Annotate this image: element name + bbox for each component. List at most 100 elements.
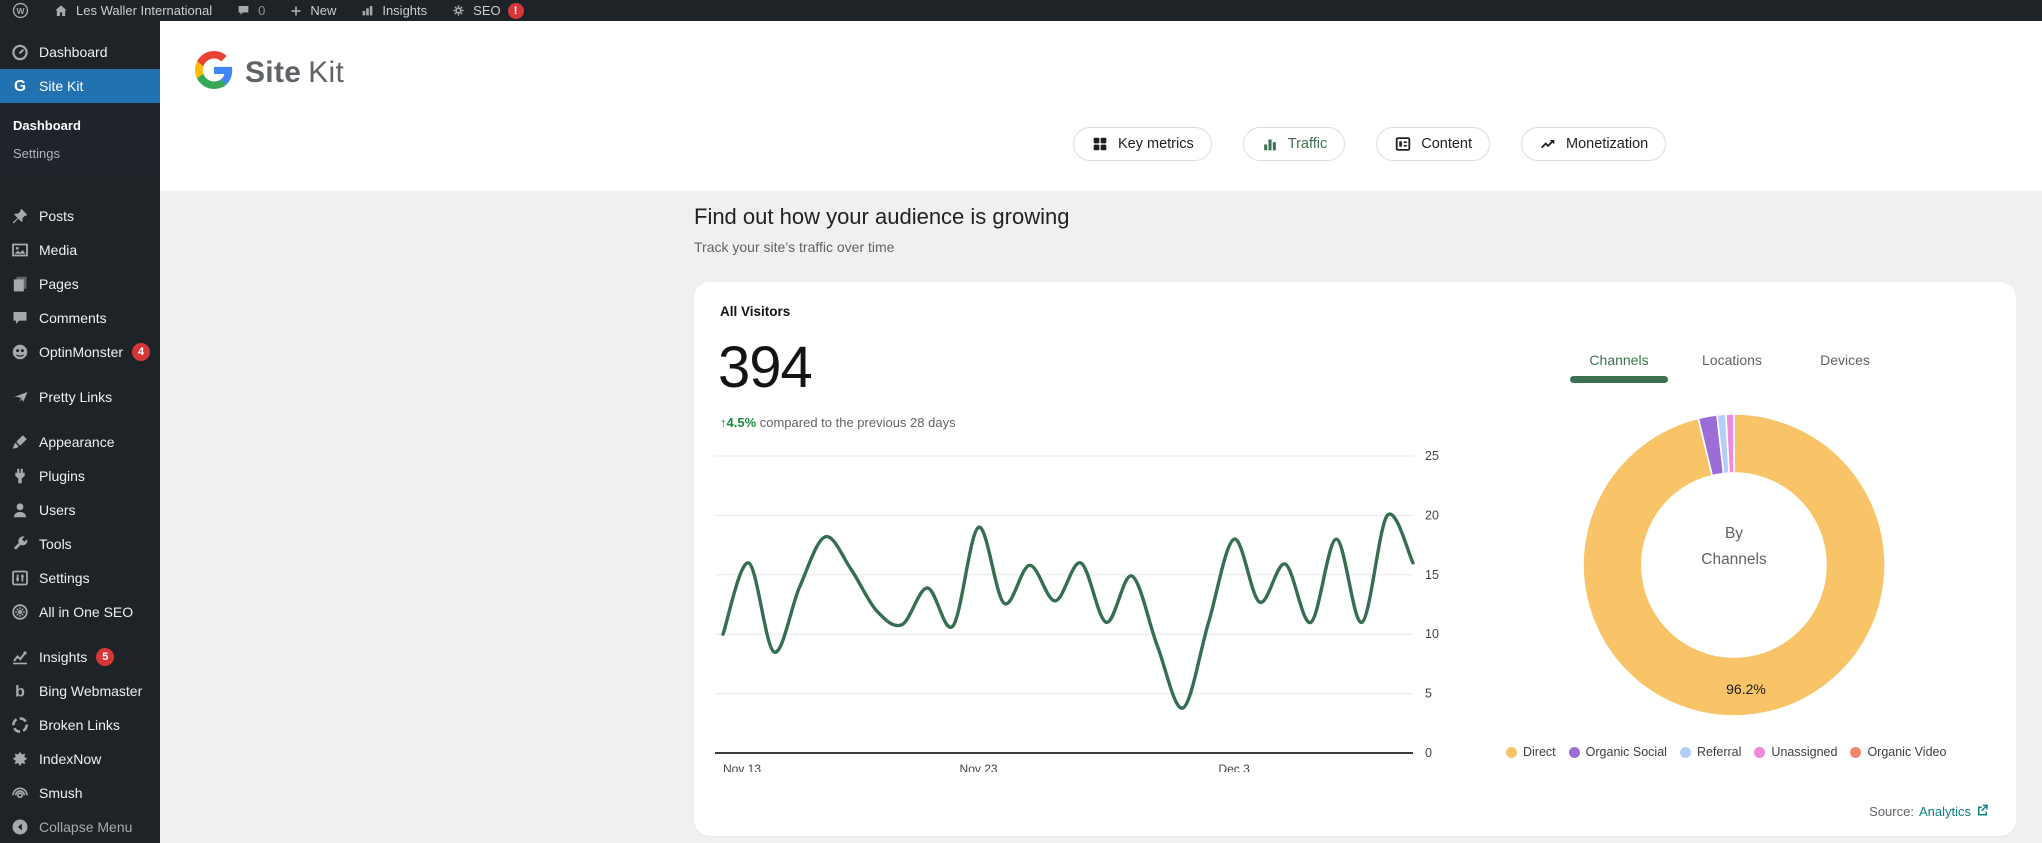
svg-text:b: b	[15, 684, 25, 701]
collapse-icon	[10, 817, 30, 837]
donut-tab-locations[interactable]: Locations	[1683, 344, 1781, 375]
donut-tab-devices[interactable]: Devices	[1796, 344, 1894, 375]
pin-icon	[10, 206, 30, 226]
sidebar-item-label: Pretty Links	[39, 389, 112, 405]
svg-text:Nov 13: Nov 13	[723, 762, 761, 772]
traffic-widget-card: All Visitors 394 ↑4.5% compared to the p…	[694, 282, 2016, 836]
monster-icon	[10, 342, 30, 362]
donut-tab-channels[interactable]: Channels	[1570, 344, 1668, 375]
svg-text:G: G	[14, 78, 26, 95]
tab-label: Monetization	[1566, 136, 1648, 152]
sitekit-submenu: DashboardSettings	[0, 103, 160, 177]
svg-text:Nov 23: Nov 23	[960, 762, 998, 772]
tab-label: Traffic	[1288, 136, 1327, 152]
site-name-label: Les Waller International	[76, 3, 212, 18]
admin-bar-site-name[interactable]: Les Waller International	[41, 0, 224, 21]
admin-bar-new[interactable]: New	[277, 0, 348, 21]
legend-dot	[1754, 747, 1765, 758]
brush-icon	[10, 432, 30, 452]
analytics-source-link[interactable]: Analytics	[1919, 802, 1990, 820]
sidebar-item-pretty-links[interactable]: Pretty Links	[0, 380, 160, 414]
sidebar-item-indexnow[interactable]: IndexNow	[0, 742, 160, 776]
seo-label: SEO	[473, 3, 500, 18]
sitekit-wordmark: SiteKit	[245, 56, 344, 90]
sidebar-separator	[0, 414, 160, 425]
tab-key-metrics[interactable]: Key metrics	[1073, 127, 1212, 161]
tab-content[interactable]: Content	[1376, 127, 1490, 161]
seo-alert-badge: !	[508, 3, 524, 19]
section-title: Find out how your audience is growing	[694, 204, 1069, 230]
sidebar-item-optinmonster[interactable]: OptinMonster4	[0, 335, 160, 369]
sidebar-item-label: Appearance	[39, 434, 115, 450]
trend-icon	[1539, 135, 1557, 153]
sidebar-item-label: Users	[39, 502, 76, 518]
content-icon	[1394, 135, 1412, 153]
sidebar-item-dashboard[interactable]: Dashboard	[0, 35, 160, 69]
wrench-icon	[10, 534, 30, 554]
svg-text:20: 20	[1425, 508, 1439, 522]
sidebar-item-collapse[interactable]: Collapse Menu	[0, 810, 160, 843]
sidebar-item-comments[interactable]: Comments	[0, 301, 160, 335]
legend-dot	[1680, 747, 1691, 758]
legend-label: Organic Social	[1586, 745, 1667, 759]
main-content: SiteKit Key metrics Traffic Content Monetiz…	[160, 21, 2042, 843]
plus-icon	[289, 4, 303, 18]
admin-bar-seo[interactable]: SEO !	[439, 0, 535, 21]
legend-label: Unassigned	[1771, 745, 1837, 759]
sidebar-item-label: Collapse Menu	[39, 819, 132, 835]
legend-label: Organic Video	[1867, 745, 1946, 759]
legend-item-referral: Referral	[1680, 745, 1741, 759]
sidebar-item-broken-links[interactable]: Broken Links	[0, 708, 160, 742]
sidebar-item-users[interactable]: Users	[0, 493, 160, 527]
sitekit-logo: SiteKit	[195, 51, 344, 94]
legend-dot	[1569, 747, 1580, 758]
svg-text:25: 25	[1425, 449, 1439, 463]
sidebar-item-tools[interactable]: Tools	[0, 527, 160, 561]
sidebar-item-plugins[interactable]: Plugins	[0, 459, 160, 493]
admin-bar-comments[interactable]: 0	[224, 0, 277, 21]
sidebar-item-all-in-one-seo[interactable]: All in One SEO	[0, 595, 160, 629]
tab-label: Key metrics	[1118, 136, 1194, 152]
donut-center-line: By	[1701, 521, 1767, 547]
source-row: Source: Analytics	[1869, 802, 1990, 820]
sidebar-item-settings[interactable]: Settings	[0, 561, 160, 595]
sliders-icon	[10, 568, 30, 588]
sitekit-header: SiteKit Key metrics Traffic Content Monetiz…	[160, 21, 2042, 191]
donut-legend: DirectOrganic SocialReferralUnassignedOr…	[1506, 745, 1946, 759]
sidebar-item-pages[interactable]: Pages	[0, 267, 160, 301]
donut-center-line: Channels	[1701, 547, 1767, 573]
insights-label: Insights	[382, 3, 427, 18]
google-g-icon: G	[10, 76, 30, 96]
sidebar-item-bing-webmaster[interactable]: bBing Webmaster	[0, 674, 160, 708]
sidebar-separator	[0, 369, 160, 380]
legend-item-organic-social: Organic Social	[1569, 745, 1667, 759]
paper-plane-icon	[10, 387, 30, 407]
sidebar-item-appearance[interactable]: Appearance	[0, 425, 160, 459]
tab-monetization[interactable]: Monetization	[1521, 127, 1666, 161]
metric-change: ↑4.5% compared to the previous 28 days	[720, 415, 956, 430]
user-icon	[10, 500, 30, 520]
sidebar-separator	[0, 629, 160, 640]
sidebar-item-label: Media	[39, 242, 77, 258]
sidebar-item-smush[interactable]: Smush	[0, 776, 160, 810]
sidebar-item-label: Smush	[39, 785, 83, 801]
visitors-line-chart: 0510152025Nov 13Nov 23Dec 3	[714, 442, 1444, 772]
sidebar-item-label: Plugins	[39, 468, 85, 484]
legend-item-unassigned: Unassigned	[1754, 745, 1837, 759]
sidebar-item-posts[interactable]: Posts	[0, 199, 160, 233]
tab-traffic[interactable]: Traffic	[1243, 127, 1345, 161]
svg-text:15: 15	[1425, 568, 1439, 582]
sidebar-item-insights[interactable]: Insights5	[0, 640, 160, 674]
submenu-item-dashboard[interactable]: Dashboard	[0, 111, 160, 139]
sidebar-item-label: Insights	[39, 649, 87, 665]
sidebar-item-label: IndexNow	[39, 751, 101, 767]
wordpress-logo-menu[interactable]: W	[0, 0, 41, 21]
media-icon	[10, 240, 30, 260]
home-icon	[53, 3, 69, 19]
pages-icon	[10, 274, 30, 294]
donut-tab-bar: Channels Locations Devices	[1570, 344, 1894, 375]
submenu-item-settings[interactable]: Settings	[0, 139, 160, 167]
sidebar-item-site-kit[interactable]: GSite Kit	[0, 69, 160, 103]
admin-bar-insights[interactable]: Insights	[348, 0, 439, 21]
sidebar-item-media[interactable]: Media	[0, 233, 160, 267]
